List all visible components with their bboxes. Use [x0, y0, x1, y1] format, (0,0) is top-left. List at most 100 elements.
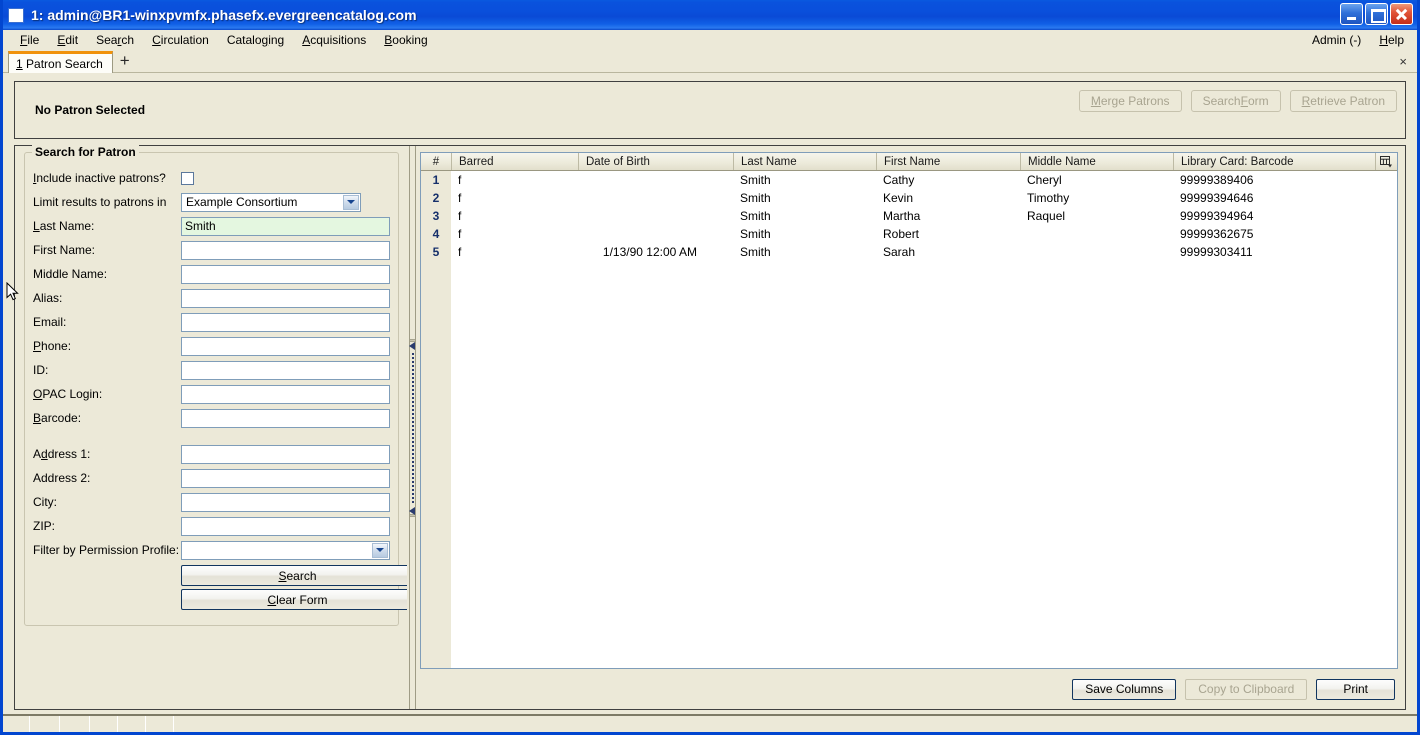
- table-row[interactable]: 3 f Smith Martha Raquel 99999394964: [421, 207, 1397, 225]
- cell-first-name: Robert: [883, 227, 920, 241]
- tab-strip: 1 Patron Search + ×: [3, 50, 1417, 73]
- column-header-last-name[interactable]: Last Name: [733, 153, 876, 170]
- menu-help[interactable]: Help: [1370, 31, 1413, 49]
- cell-barcode: 99999362675: [1180, 227, 1254, 241]
- menu-circulation[interactable]: Circulation: [143, 31, 218, 49]
- save-columns-button[interactable]: Save Columns: [1072, 678, 1177, 700]
- search-button[interactable]: Search: [181, 565, 414, 586]
- barcode-input[interactable]: [181, 408, 390, 428]
- field-row-middle-name: Middle Name:: [33, 262, 390, 286]
- menu-search[interactable]: Search: [87, 31, 143, 49]
- limit-results-select[interactable]: Example Consortium: [181, 192, 361, 212]
- permission-profile-label: Filter by Permission Profile:: [33, 543, 180, 557]
- splitter-grip[interactable]: [411, 352, 414, 503]
- menu-admin[interactable]: Admin (-): [1303, 31, 1370, 49]
- collapse-left-arrow-icon[interactable]: [409, 341, 416, 350]
- column-header-barred[interactable]: Barred: [451, 153, 578, 170]
- table-row[interactable]: 5 f 1/13/90 12:00 AM Smith Sarah 9999930…: [421, 243, 1397, 261]
- first-name-input[interactable]: [181, 240, 390, 260]
- results-pane: # Barred Date of Birth Last Name First N…: [418, 145, 1406, 710]
- menu-file[interactable]: File: [11, 31, 48, 49]
- limit-results-value: Example Consortium: [186, 195, 298, 209]
- pane-splitter[interactable]: [407, 145, 418, 710]
- address1-input[interactable]: [181, 444, 390, 464]
- clear-form-button[interactable]: Clear Form: [181, 589, 414, 610]
- cell-dob: [578, 207, 733, 225]
- retrieve-patron-button[interactable]: Retrieve Patron: [1289, 90, 1397, 112]
- menu-booking[interactable]: Booking: [375, 31, 436, 49]
- field-row-opac-login: OPAC Login:: [33, 382, 390, 406]
- status-segment-5: [118, 716, 146, 732]
- table-row[interactable]: 4 f Smith Robert 99999362675: [421, 225, 1397, 243]
- opac-login-input[interactable]: [181, 384, 390, 404]
- permission-profile-select[interactable]: [181, 540, 390, 560]
- client-area: File Edit Search Circulation Cataloging …: [3, 30, 1417, 732]
- cell-barcode: 99999389406: [1180, 173, 1254, 187]
- include-inactive-checkbox[interactable]: [181, 171, 194, 185]
- collapse-left-arrow-icon-2[interactable]: [409, 506, 416, 515]
- email-label: Email:: [33, 315, 67, 329]
- print-button[interactable]: Print: [1316, 678, 1395, 700]
- column-picker-icon[interactable]: [1375, 153, 1397, 170]
- limit-results-label: Limit results to patrons in: [33, 195, 167, 209]
- menu-cataloging[interactable]: Cataloging: [218, 31, 293, 49]
- group-legend: Search for Patron: [32, 145, 139, 159]
- new-tab-button[interactable]: +: [113, 50, 137, 71]
- column-header-dob[interactable]: Date of Birth: [578, 153, 733, 170]
- chevron-down-icon[interactable]: [372, 542, 388, 558]
- phone-label: Phone:: [33, 339, 72, 353]
- id-label: ID:: [33, 363, 49, 377]
- maximize-icon[interactable]: [1365, 3, 1388, 25]
- alias-input[interactable]: [181, 288, 390, 308]
- title-bar: 1: admin@BR1-winxpvmfx.phasefx.evergreen…: [3, 0, 1417, 30]
- close-tab-icon[interactable]: ×: [1399, 54, 1407, 69]
- cell-last-name: Smith: [740, 191, 771, 205]
- column-header-number[interactable]: #: [421, 153, 451, 170]
- table-row[interactable]: 1 f Smith Cathy Cheryl 99999389406: [421, 171, 1397, 189]
- search-form-button[interactable]: Search Form: [1190, 90, 1281, 112]
- menu-acquisitions[interactable]: Acquisitions: [293, 31, 375, 49]
- cell-barred: f: [458, 173, 462, 187]
- system-menu-icon[interactable]: [8, 7, 24, 23]
- status-segment-3: [60, 716, 90, 732]
- column-header-middle-name[interactable]: Middle Name: [1020, 153, 1173, 170]
- table-row[interactable]: 2 f Smith Kevin Timothy 99999394646: [421, 189, 1397, 207]
- field-row-address1: Address 1:: [33, 442, 390, 466]
- address2-input[interactable]: [181, 468, 390, 488]
- patron-action-buttons: Merge Patrons Search Form Retrieve Patro…: [1078, 90, 1397, 112]
- cell-middle-name: Cheryl: [1027, 173, 1062, 187]
- cell-middle-name: Timothy: [1027, 191, 1070, 205]
- zip-input[interactable]: [181, 516, 390, 536]
- last-name-input[interactable]: [181, 216, 390, 236]
- results-grid: # Barred Date of Birth Last Name First N…: [420, 152, 1398, 669]
- cell-number: 4: [421, 225, 451, 243]
- status-segment-2: [30, 716, 60, 732]
- email-input[interactable]: [181, 312, 390, 332]
- field-row-first-name: First Name:: [33, 238, 390, 262]
- city-input[interactable]: [181, 492, 390, 512]
- alias-label: Alias:: [33, 291, 63, 305]
- column-header-first-name[interactable]: First Name: [876, 153, 1020, 170]
- splitter-line-left: [409, 146, 410, 709]
- menu-bar: File Edit Search Circulation Cataloging …: [3, 30, 1417, 50]
- zip-label: ZIP:: [33, 519, 56, 533]
- cell-barred: f: [458, 245, 462, 259]
- copy-to-clipboard-button[interactable]: Copy to Clipboard: [1185, 678, 1308, 700]
- cell-last-name: Smith: [740, 173, 771, 187]
- phone-input[interactable]: [181, 336, 390, 356]
- cell-first-name: Cathy: [883, 173, 915, 187]
- menu-edit[interactable]: Edit: [48, 31, 87, 49]
- minimize-icon[interactable]: [1340, 3, 1363, 25]
- close-icon[interactable]: [1390, 3, 1413, 25]
- patron-status-bar: No Patron Selected Merge Patrons Search …: [14, 81, 1406, 139]
- window-controls: [1340, 3, 1413, 25]
- cell-dob: [578, 171, 733, 189]
- id-input[interactable]: [181, 360, 390, 380]
- status-bar: [3, 714, 1417, 732]
- column-header-library-card[interactable]: Library Card: Barcode: [1173, 153, 1375, 170]
- tab-patron-search[interactable]: 1 Patron Search: [8, 51, 113, 73]
- middle-name-input[interactable]: [181, 264, 390, 284]
- middle-name-label: Middle Name:: [33, 267, 108, 281]
- merge-patrons-button[interactable]: Merge Patrons: [1078, 90, 1182, 112]
- chevron-down-icon[interactable]: [343, 194, 359, 210]
